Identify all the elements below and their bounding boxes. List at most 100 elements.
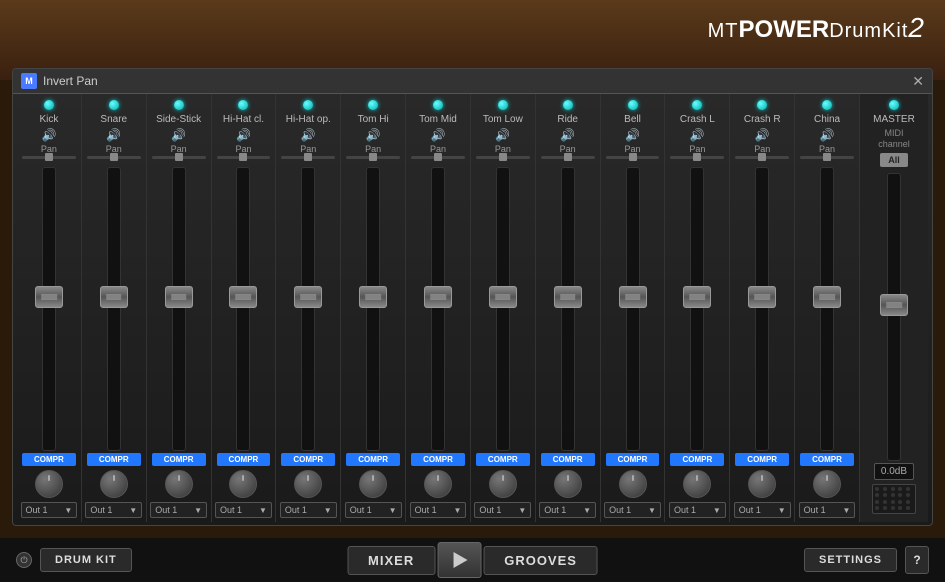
knob-bell[interactable] [619, 470, 647, 498]
fader-handle-crash-l[interactable] [683, 286, 711, 308]
close-button[interactable]: ✕ [912, 74, 924, 88]
compr-button-bell[interactable]: COMPR [606, 453, 660, 466]
compr-button-sidestick[interactable]: COMPR [152, 453, 206, 466]
play-button[interactable] [437, 542, 481, 578]
fader-handle-tom-mid[interactable] [424, 286, 452, 308]
knob-hihat-cl[interactable] [229, 470, 257, 498]
mixer-button[interactable]: MIXER [347, 546, 435, 575]
pan-slider-crash-l[interactable] [670, 156, 724, 159]
pan-slider-ride[interactable] [541, 156, 595, 159]
channel-sidestick: Side-Stick 🔊 Pan COMPR Out 1 ▼ [147, 94, 212, 522]
pan-slider-china[interactable] [800, 156, 854, 159]
pan-slider-bell[interactable] [606, 156, 660, 159]
fader-handle-master[interactable] [880, 294, 908, 316]
pan-slider-tom-mid[interactable] [411, 156, 465, 159]
channel-ride: Ride 🔊 Pan COMPR Out 1 ▼ [536, 94, 601, 522]
dropdown-arrow-bell: ▼ [648, 506, 656, 515]
out-dropdown-hihat-cl[interactable]: Out 1 ▼ [215, 502, 272, 518]
knob-snare[interactable] [100, 470, 128, 498]
compr-button-hihat-op[interactable]: COMPR [281, 453, 335, 466]
pan-slider-hihat-op[interactable] [281, 156, 335, 159]
compr-button-china[interactable]: COMPR [800, 453, 854, 466]
pan-slider-kick[interactable] [22, 156, 76, 159]
fader-handle-china[interactable] [813, 286, 841, 308]
pan-slider-crash-r[interactable] [735, 156, 789, 159]
pan-slider-sidestick[interactable] [152, 156, 206, 159]
out-dropdown-crash-r[interactable]: Out 1 ▼ [734, 502, 791, 518]
out-dropdown-tom-hi[interactable]: Out 1 ▼ [345, 502, 402, 518]
title-drumkit: DrumKit [829, 20, 908, 42]
out-dropdown-crash-l[interactable]: Out 1 ▼ [669, 502, 726, 518]
pan-slider-tom-low[interactable] [476, 156, 530, 159]
fader-track-china [820, 167, 834, 451]
compr-button-crash-r[interactable]: COMPR [735, 453, 789, 466]
title-two: 2 [908, 12, 925, 43]
knob-hihat-op[interactable] [294, 470, 322, 498]
out-dropdown-hihat-op[interactable]: Out 1 ▼ [280, 502, 337, 518]
knob-crash-l[interactable] [683, 470, 711, 498]
dropdown-arrow-tom-mid: ▼ [453, 506, 461, 515]
knob-tom-low[interactable] [489, 470, 517, 498]
knob-ride[interactable] [554, 470, 582, 498]
out-dropdown-tom-low[interactable]: Out 1 ▼ [474, 502, 531, 518]
pan-slider-tom-hi[interactable] [346, 156, 400, 159]
fader-handle-hihat-op[interactable] [294, 286, 322, 308]
out-dropdown-bell[interactable]: Out 1 ▼ [604, 502, 661, 518]
out-dropdown-ride[interactable]: Out 1 ▼ [539, 502, 596, 518]
fader-handle-crash-r[interactable] [748, 286, 776, 308]
grooves-button[interactable]: GROOVES [483, 546, 598, 575]
speaker-dot [875, 487, 879, 491]
dropdown-arrow-sidestick: ▼ [194, 506, 202, 515]
drum-kit-button[interactable]: DRUM KIT [40, 548, 132, 572]
help-button[interactable]: ? [905, 546, 929, 574]
speaker-dot [906, 487, 910, 491]
fader-handle-hihat-cl[interactable] [229, 286, 257, 308]
fader-handle-sidestick[interactable] [165, 286, 193, 308]
compr-button-ride[interactable]: COMPR [541, 453, 595, 466]
fader-handle-ride[interactable] [554, 286, 582, 308]
knob-kick[interactable] [35, 470, 63, 498]
out-dropdown-china[interactable]: Out 1 ▼ [799, 502, 856, 518]
channel-label-ride: Ride [538, 114, 598, 125]
pan-slider-snare[interactable] [87, 156, 141, 159]
channel-label-snare: Snare [84, 114, 144, 125]
fader-handle-snare[interactable] [100, 286, 128, 308]
power-indicator[interactable]: ⏻ [16, 552, 32, 568]
dropdown-arrow-ride: ▼ [583, 506, 591, 515]
out-dropdown-snare[interactable]: Out 1 ▼ [85, 502, 142, 518]
fader-track-hihat-cl [236, 167, 250, 451]
pan-slider-hihat-cl[interactable] [217, 156, 271, 159]
speaker-dot [906, 506, 910, 510]
channel-bell: Bell 🔊 Pan COMPR Out 1 ▼ [601, 94, 666, 522]
out-label-sidestick: Out 1 [155, 505, 177, 515]
out-dropdown-kick[interactable]: Out 1 ▼ [21, 502, 78, 518]
out-dropdown-tom-mid[interactable]: Out 1 ▼ [410, 502, 467, 518]
compr-button-crash-l[interactable]: COMPR [670, 453, 724, 466]
fader-handle-tom-hi[interactable] [359, 286, 387, 308]
all-button[interactable]: All [880, 153, 908, 167]
compr-button-kick[interactable]: COMPR [22, 453, 76, 466]
fader-handle-tom-low[interactable] [489, 286, 517, 308]
channel-label-crash-l: Crash L [667, 114, 727, 125]
fader-track-crash-r [755, 167, 769, 451]
compr-button-snare[interactable]: COMPR [87, 453, 141, 466]
out-dropdown-sidestick[interactable]: Out 1 ▼ [150, 502, 207, 518]
fader-handle-kick[interactable] [35, 286, 63, 308]
midi-label: MIDIchannel [878, 128, 910, 150]
knob-china[interactable] [813, 470, 841, 498]
channel-label-master: MASTER [862, 114, 926, 125]
compr-button-tom-mid[interactable]: COMPR [411, 453, 465, 466]
compr-button-tom-low[interactable]: COMPR [476, 453, 530, 466]
dropdown-arrow-tom-hi: ▼ [389, 506, 397, 515]
knob-sidestick[interactable] [165, 470, 193, 498]
knob-crash-r[interactable] [748, 470, 776, 498]
led-ride [563, 100, 573, 110]
compr-button-tom-hi[interactable]: COMPR [346, 453, 400, 466]
settings-button[interactable]: SETTINGS [804, 548, 897, 572]
knob-tom-mid[interactable] [424, 470, 452, 498]
knob-tom-hi[interactable] [359, 470, 387, 498]
compr-button-hihat-cl[interactable]: COMPR [217, 453, 271, 466]
channel-crash-l: Crash L 🔊 Pan COMPR Out 1 ▼ [665, 94, 730, 522]
out-label-tom-mid: Out 1 [415, 505, 437, 515]
fader-handle-bell[interactable] [619, 286, 647, 308]
